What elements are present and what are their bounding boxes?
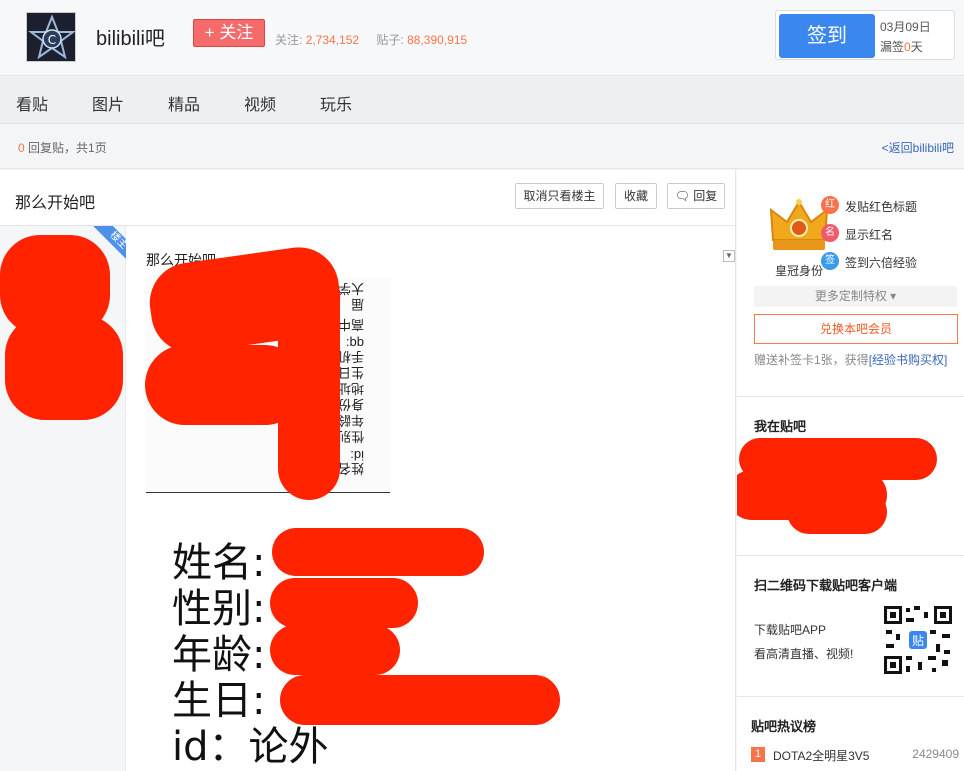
follow-button[interactable]: + 关注 [193, 19, 265, 47]
follow-count: 2,734,152 [305, 33, 360, 47]
download-app-text: 下载贴吧APP [754, 623, 827, 637]
post-menu-chevron-icon[interactable]: ▼ [723, 250, 735, 262]
gift-text-label: 赠送补签卡1张，获得 [754, 353, 869, 367]
nav-item-fun[interactable]: 玩乐 [320, 91, 352, 115]
rotated-line: qq: [345, 336, 364, 351]
reply-count-text: 回复贴，共 [24, 141, 89, 155]
privilege-sign-exp[interactable]: 签 签到六倍经验 [821, 252, 918, 271]
reply-icon: 🗨 [674, 189, 694, 203]
crown-label: 皇冠身份 [775, 264, 824, 278]
signin-date: 03月09日 [880, 20, 931, 34]
bar-nav: 看贴 图片 精品 视频 玩乐 [0, 77, 964, 124]
signin-panel: 签到 03月09日 漏签0天 [775, 10, 955, 60]
qr-download-title: 扫二维码下载贴吧客户端 [754, 578, 898, 593]
reply-button[interactable]: 🗨 回复 [667, 183, 725, 209]
bar-logo[interactable]: C [26, 12, 76, 62]
hot-rank-badge: 1 [751, 747, 765, 762]
qr-code-icon[interactable]: 贴 [882, 604, 954, 676]
missed-days: 0 [904, 40, 911, 54]
privilege-label: 显示红名 [845, 228, 894, 242]
exchange-membership-button[interactable]: 兑换本吧会员 [754, 314, 958, 344]
nav-item-videos[interactable]: 视频 [244, 91, 276, 115]
more-privileges-dropdown[interactable]: 更多定制特权 ▾ [754, 286, 957, 307]
posts-count: 88,390,915 [407, 33, 468, 47]
nav-item-posts[interactable]: 看贴 [16, 91, 48, 115]
redaction-scribble [278, 270, 340, 500]
only-author-toggle-button[interactable]: 取消只看楼主 [515, 183, 604, 209]
rotated-line: id: [350, 448, 364, 463]
posts-count-label: 贴子: [376, 33, 404, 47]
follow-count-label: 关注: [275, 33, 303, 47]
privilege-label: 签到六倍经验 [845, 256, 918, 270]
bar-name[interactable]: bilibili吧 [96, 22, 165, 51]
bar-header: C bilibili吧 + 关注 关注: 2,734,152 贴子: 88,39… [0, 0, 964, 76]
sidebar: 皇冠身份 红 发贴红色标题 名 显示红名 签 签到六倍经验 更多定制特权 ▾ 兑… [737, 170, 964, 771]
signin-button[interactable]: 签到 [779, 14, 875, 58]
privilege-red-name[interactable]: 名 显示红名 [821, 224, 894, 243]
sidebar-divider [737, 555, 964, 556]
thread-info-bar: 0 回复贴，共1页 <返回bilibili吧 [0, 125, 964, 169]
redaction-scribble [280, 675, 560, 725]
missed-prefix: 漏签 [880, 40, 905, 54]
hot-topics-title: 贴吧热议榜 [751, 719, 817, 734]
reply-count: 0 回复贴，共1页 [18, 139, 107, 156]
reply-button-label: 回复 [693, 189, 718, 203]
missed-signins: 漏签0天 [880, 38, 923, 55]
qr-badge-label: 贴 [912, 634, 924, 648]
redaction-scribble [272, 528, 484, 576]
privilege-label: 发贴红色标题 [845, 200, 918, 214]
page-count-suffix: 页 [94, 141, 107, 155]
redaction-scribble [787, 490, 887, 534]
privilege-red-title[interactable]: 红 发贴红色标题 [821, 196, 918, 215]
sidebar-divider [737, 696, 964, 697]
nav-item-featured[interactable]: 精品 [168, 91, 200, 115]
red-title-icon: 红 [821, 196, 839, 214]
red-name-icon: 名 [821, 224, 839, 242]
my-bars-title: 我在贴吧 [754, 419, 807, 434]
svg-text:C: C [48, 33, 56, 47]
sign-exp-icon: 签 [821, 252, 839, 270]
reply-count-number: 0 [18, 141, 25, 155]
hot-topic-link[interactable]: DOTA2全明星3V5 [773, 747, 869, 764]
nav-item-images[interactable]: 图片 [92, 91, 124, 115]
thread-main: 那么开始吧 取消只看楼主 收藏 🗨 回复 楼主 那么开始吧 ▼ 姓名 id: 性… [0, 170, 736, 771]
exp-book-link[interactable]: [经验书购买权] [869, 353, 948, 367]
redaction-scribble [270, 625, 400, 675]
rotated-line: 大学 [337, 281, 364, 296]
bar-stats: 关注: 2,734,152 贴子: 88,390,915 [275, 31, 481, 48]
back-to-bar-link[interactable]: <返回bilibili吧 [882, 139, 954, 156]
page-count: 1 [88, 141, 95, 155]
redaction-scribble [270, 578, 418, 628]
redaction-scribble [5, 315, 123, 420]
sidebar-divider [737, 396, 964, 397]
download-app-subtext: 看高清直播、视频! [754, 647, 854, 661]
gift-text: 赠送补签卡1张，获得[经验书购买权] [754, 351, 947, 368]
thread-title: 那么开始吧 [15, 195, 96, 212]
hot-topic-count: 2429409 [912, 747, 959, 761]
rotated-line: 高中 [337, 317, 364, 332]
missed-suffix: 天 [910, 40, 923, 54]
collect-button[interactable]: 收藏 [615, 183, 657, 209]
